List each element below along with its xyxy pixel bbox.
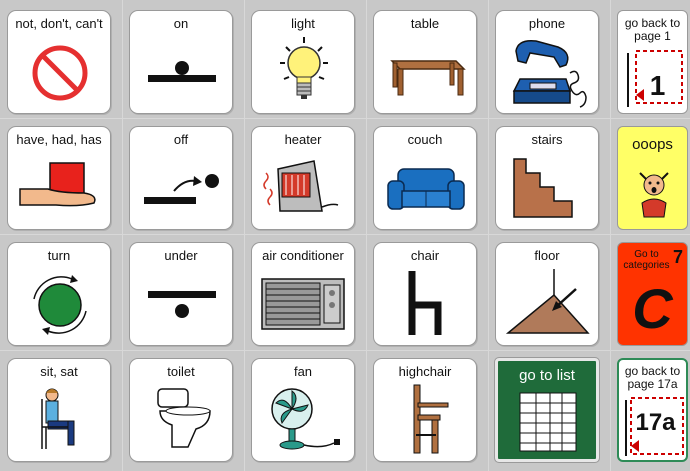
cell-on[interactable]: on bbox=[129, 10, 233, 114]
go-back-page-17a-button[interactable]: go back to page 17a 17a bbox=[617, 358, 688, 462]
toilet-icon bbox=[157, 388, 211, 448]
air-conditioner-icon bbox=[261, 278, 345, 330]
page-number: 1 bbox=[649, 70, 666, 101]
cell-phone[interactable]: phone bbox=[495, 10, 599, 114]
cell-have-had-has[interactable]: have, had, has bbox=[7, 126, 111, 230]
surprised-person-icon bbox=[639, 172, 669, 218]
cell-light[interactable]: light bbox=[251, 10, 355, 114]
under-symbol-icon bbox=[148, 291, 216, 318]
categories-letter: C bbox=[632, 277, 673, 340]
cell-highchair[interactable]: highchair bbox=[373, 358, 477, 462]
couch-icon bbox=[387, 168, 465, 210]
off-symbol-icon bbox=[144, 174, 219, 204]
heater-icon bbox=[263, 160, 339, 212]
telephone-icon bbox=[512, 39, 587, 108]
cell-heater[interactable]: heater bbox=[251, 126, 355, 230]
table-icon bbox=[390, 60, 466, 96]
cell-couch[interactable]: couch bbox=[373, 126, 477, 230]
list-table-icon bbox=[519, 392, 577, 452]
turn-circle-icon bbox=[33, 275, 87, 335]
ooops-button[interactable]: ooops bbox=[617, 126, 688, 230]
on-symbol-icon bbox=[148, 61, 216, 82]
cell-fan[interactable]: fan bbox=[251, 358, 355, 462]
cell-sit-sat[interactable]: sit, sat bbox=[7, 358, 111, 462]
categories-number: 7 bbox=[672, 247, 683, 267]
cell-toilet[interactable]: toilet bbox=[129, 358, 233, 462]
floor-icon bbox=[505, 269, 590, 334]
cell-not-dont-cant[interactable]: not, don't, can't bbox=[7, 10, 111, 114]
cell-off[interactable]: off bbox=[129, 126, 233, 230]
cell-stairs[interactable]: stairs bbox=[495, 126, 599, 230]
lightbulb-icon bbox=[280, 37, 328, 99]
go-to-list-button[interactable]: go to list bbox=[494, 357, 600, 463]
person-sitting-icon bbox=[41, 388, 75, 449]
go-to-categories-button[interactable]: Go to categories 7 C bbox=[617, 242, 688, 346]
cell-floor[interactable]: floor bbox=[495, 242, 599, 346]
no-symbol-icon bbox=[32, 45, 88, 101]
cell-chair[interactable]: chair bbox=[373, 242, 477, 346]
highchair-icon bbox=[413, 384, 449, 454]
cell-under[interactable]: under bbox=[129, 242, 233, 346]
chair-symbol-icon bbox=[408, 271, 442, 335]
fan-icon bbox=[271, 388, 340, 450]
cell-table[interactable]: table bbox=[373, 10, 477, 114]
page-number: 17a bbox=[635, 409, 676, 436]
cell-turn[interactable]: turn bbox=[7, 242, 111, 346]
cell-air-conditioner[interactable]: air conditioner bbox=[251, 242, 355, 346]
go-back-page-1-button[interactable]: go back to page 1 1 bbox=[617, 10, 688, 114]
hand-holding-icon bbox=[19, 162, 96, 207]
stairs-icon bbox=[513, 158, 573, 218]
